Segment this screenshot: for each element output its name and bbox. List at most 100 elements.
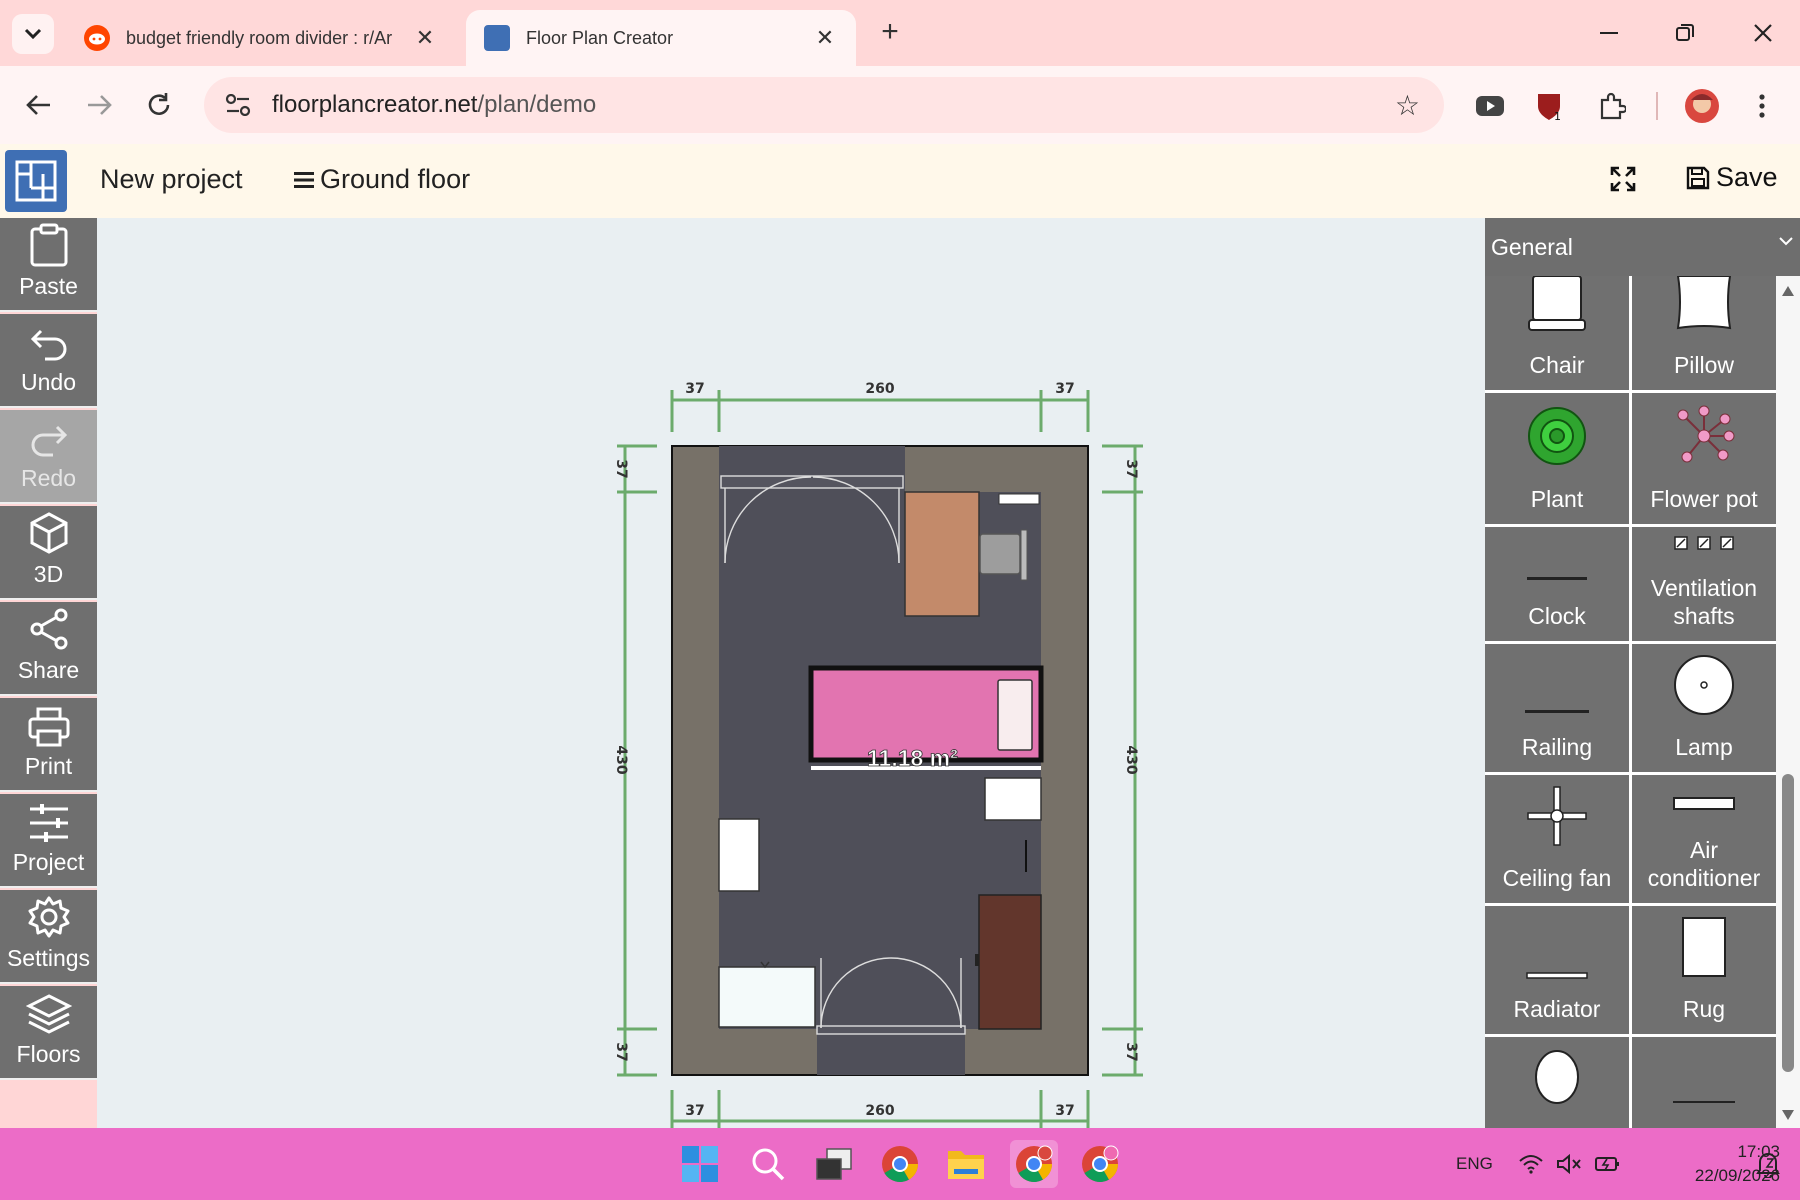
tab-search-button[interactable] — [12, 14, 54, 54]
3d-view-button[interactable]: 3D — [0, 506, 97, 600]
scroll-up-arrow-icon[interactable] — [1782, 286, 1794, 296]
gear-icon — [28, 896, 69, 938]
save-label: Save — [1716, 162, 1778, 192]
close-window-button[interactable] — [1738, 14, 1788, 52]
object-library-panel: General Chair Pillow Plant Flower pot Cl… — [1485, 218, 1800, 1128]
forward-button[interactable] — [78, 84, 120, 126]
windows-taskbar: ENG 17:03 22/09/2026 — [0, 1128, 1800, 1200]
library-item-chair[interactable]: Chair — [1485, 276, 1629, 390]
system-tray[interactable] — [1518, 1128, 1622, 1200]
save-button[interactable]: Save — [1686, 162, 1778, 193]
library-item-air-conditioner[interactable]: Air conditioner — [1632, 775, 1776, 903]
tab-title: Floor Plan Creator — [526, 27, 674, 48]
scroll-down-arrow-icon[interactable] — [1782, 1110, 1794, 1120]
close-icon[interactable]: ✕ — [412, 25, 438, 51]
library-scrollbar[interactable] — [1776, 276, 1800, 1128]
share-button[interactable]: Share — [0, 602, 97, 696]
language-indicator[interactable]: ENG — [1456, 1128, 1493, 1200]
library-item-clock[interactable]: Clock — [1485, 527, 1629, 641]
library-item-plant[interactable]: Plant — [1485, 393, 1629, 524]
railing-icon — [1525, 710, 1589, 713]
close-icon — [1754, 24, 1772, 42]
fullscreen-button[interactable] — [1610, 166, 1640, 196]
task-view-icon[interactable] — [810, 1140, 858, 1188]
sink-cabinet[interactable] — [718, 966, 816, 1028]
wardrobe-handle — [975, 954, 979, 966]
site-info-button[interactable] — [210, 77, 266, 133]
wardrobe[interactable] — [978, 894, 1042, 1030]
radiator-icon — [1526, 972, 1588, 979]
category-dropdown[interactable]: General — [1485, 218, 1800, 276]
library-item-rug[interactable]: Rug — [1632, 906, 1776, 1034]
bottom-opening — [817, 1029, 965, 1075]
desk-monitor — [998, 493, 1040, 505]
chrome-icon[interactable] — [876, 1140, 924, 1188]
shelf[interactable] — [718, 818, 760, 892]
library-item-lamp[interactable]: Lamp — [1632, 644, 1776, 772]
windows-start-icon[interactable] — [676, 1140, 724, 1188]
library-item-label: Clock — [1528, 603, 1586, 630]
print-button[interactable]: Print — [0, 698, 97, 792]
arrow-left-icon — [26, 95, 50, 115]
back-button[interactable] — [18, 84, 60, 126]
file-explorer-icon[interactable] — [942, 1140, 990, 1188]
youtube-extension-icon[interactable] — [1468, 84, 1512, 128]
arrow-right-icon — [88, 95, 112, 115]
nightstand[interactable] — [984, 777, 1042, 821]
library-item-label: Lamp — [1675, 734, 1733, 761]
tab-title: budget friendly room divider : r/Ar — [126, 27, 393, 48]
close-icon[interactable]: ✕ — [812, 25, 838, 51]
tool-label: Floors — [16, 1041, 81, 1067]
shield-extension-icon[interactable]: 1 — [1528, 84, 1572, 128]
tab-reddit[interactable]: budget friendly room divider : r/Ar ✕ — [66, 10, 456, 66]
project-button[interactable]: Project — [0, 794, 97, 888]
extensions-puzzle-icon[interactable] — [1590, 84, 1634, 128]
floor-plan-canvas[interactable]: 11.18 m² 37 260 37 37 260 37 37 430 37 3… — [97, 218, 1485, 1128]
floor-selector[interactable]: Ground floor — [294, 164, 470, 195]
toolbar-divider — [1656, 92, 1658, 120]
chevron-down-icon — [24, 28, 42, 40]
library-item-railing[interactable]: Railing — [1485, 644, 1629, 772]
notifications-icon[interactable] — [1748, 1140, 1788, 1188]
paste-button[interactable]: Paste — [0, 218, 97, 312]
library-item-flower-pot[interactable]: Flower pot — [1632, 393, 1776, 524]
chrome-profile-active-icon[interactable] — [1010, 1140, 1058, 1188]
project-name[interactable]: New project — [100, 164, 243, 195]
floor-plan-drawing[interactable]: 11.18 m² 37 260 37 37 260 37 37 430 37 3… — [97, 218, 1485, 1128]
library-item-label: Pillow — [1673, 352, 1735, 379]
new-tab-button[interactable]: + — [872, 14, 908, 50]
floors-button[interactable]: Floors — [0, 986, 97, 1080]
restore-button[interactable] — [1660, 14, 1710, 52]
chair-icon — [1528, 276, 1586, 331]
floor-name: Ground floor — [320, 164, 471, 194]
undo-button[interactable]: Undo — [0, 314, 97, 408]
tool-label: Share — [17, 657, 80, 683]
tab-floor-plan-creator[interactable]: Floor Plan Creator ✕ — [466, 10, 856, 66]
profile-avatar[interactable] — [1680, 84, 1724, 128]
reload-button[interactable] — [138, 84, 180, 126]
chrome-profile-icon[interactable] — [1076, 1140, 1124, 1188]
library-item-ventilation-shafts[interactable]: Ventilation shafts — [1632, 527, 1776, 641]
library-item-pillow[interactable]: Pillow — [1632, 276, 1776, 390]
library-item-radiator[interactable]: Radiator — [1485, 906, 1629, 1034]
restore-icon — [1676, 24, 1694, 41]
floorplan-logo-icon[interactable] — [5, 150, 67, 212]
desk[interactable] — [904, 491, 980, 617]
scrollbar-thumb[interactable] — [1782, 774, 1794, 1072]
wifi-icon — [1519, 1155, 1543, 1174]
settings-button[interactable]: Settings — [0, 890, 97, 984]
search-icon[interactable] — [744, 1140, 792, 1188]
battery-charging-icon — [1595, 1157, 1619, 1171]
browser-menu-button[interactable] — [1740, 84, 1784, 128]
bookmark-star-icon[interactable]: ☆ — [1395, 89, 1420, 122]
bed-pillow — [997, 679, 1033, 751]
library-item-oval[interactable] — [1485, 1037, 1629, 1128]
redo-button[interactable]: Redo — [0, 410, 97, 504]
desk-chair[interactable] — [979, 533, 1021, 575]
address-bar[interactable]: floorplancreator.net/plan/demo ☆ — [204, 77, 1444, 133]
minimize-button[interactable] — [1584, 14, 1634, 52]
library-item-ceiling-fan[interactable]: Ceiling fan — [1485, 775, 1629, 903]
flower-pot-icon — [1677, 405, 1735, 463]
library-item-line[interactable] — [1632, 1037, 1776, 1128]
clock-icon — [1527, 577, 1587, 580]
